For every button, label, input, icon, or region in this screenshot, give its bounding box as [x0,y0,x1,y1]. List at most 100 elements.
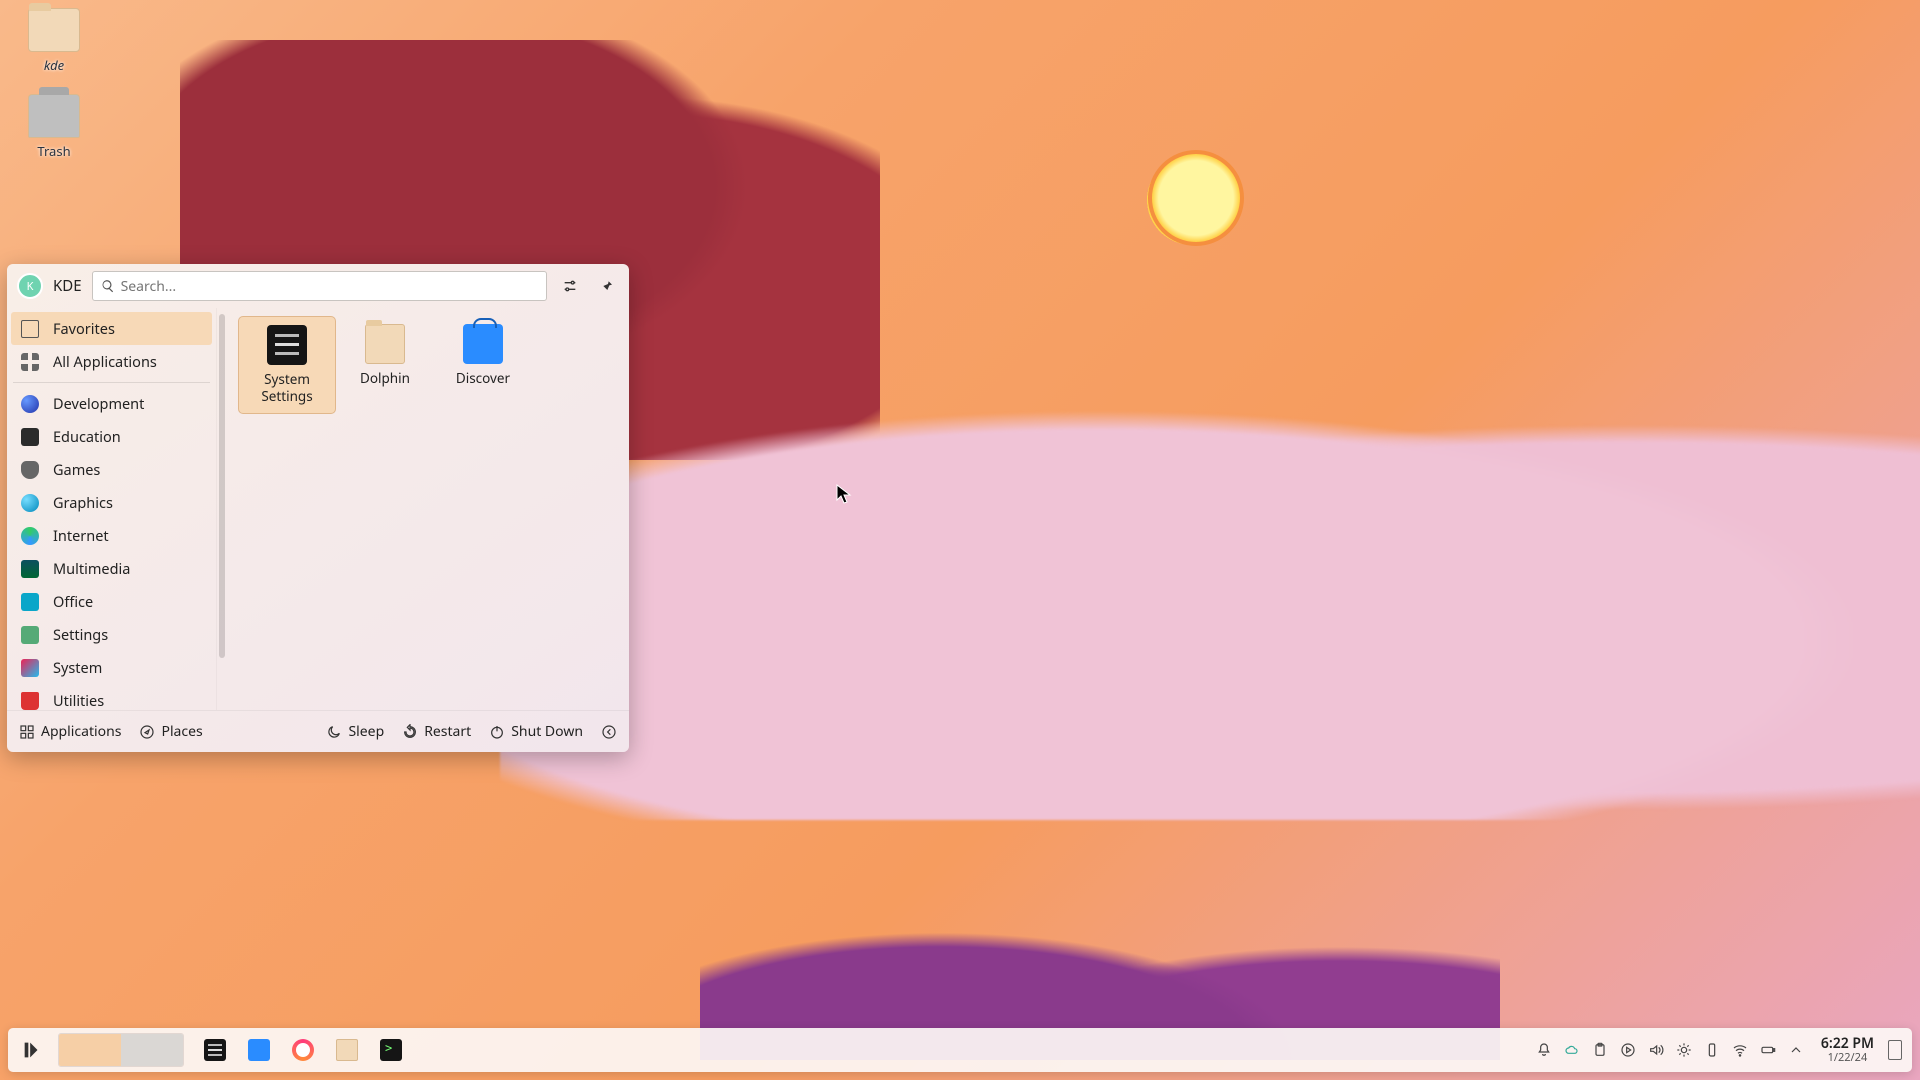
app-tile-label: Discover [438,370,528,387]
sidebar-item-internet[interactable]: Internet [11,519,212,552]
show-desktop-button[interactable] [1888,1040,1902,1060]
launcher-body: Favorites All Applications Development E… [7,308,629,710]
tray-notifications[interactable] [1533,1039,1555,1061]
user-avatar[interactable]: K [17,273,43,299]
app-tile-system-settings[interactable]: System Settings [238,316,336,414]
taskbar-task-discover[interactable] [240,1034,278,1066]
search-icon [101,279,115,293]
sidebar-item-label: Office [53,592,93,612]
taskbar-left [18,1033,410,1067]
sidebar-item-label: Favorites [53,319,115,339]
category-icon [21,428,39,446]
app-tile-dolphin[interactable]: Dolphin [336,316,434,414]
play-icon [1620,1042,1636,1058]
sidebar-scrollbar[interactable] [216,308,226,710]
sleep-button[interactable]: Sleep [326,722,384,741]
taskbar: 6:22 PM 1/22/24 [8,1028,1912,1072]
footer-button-label: Restart [424,722,471,741]
shutdown-button[interactable]: Shut Down [489,722,583,741]
launcher-footer: Applications Places Sleep Restart Shut D… [7,710,629,752]
launcher-header: K KDE [7,264,629,308]
configure-button[interactable] [557,273,583,299]
tray-expand[interactable] [1785,1039,1807,1061]
wallpaper-cloud [500,370,1920,820]
launcher-content: System Settings Dolphin Discover [232,308,629,710]
sidebar-item-favorites[interactable]: Favorites [11,312,212,345]
desktop-icon-trash[interactable]: Trash [14,94,94,160]
mouse-cursor [836,484,852,511]
sidebar-item-label: Graphics [53,493,113,513]
pager-desktop-2[interactable] [121,1034,183,1066]
sidebar-item-label: Education [53,427,121,447]
sidebar-item-system[interactable]: System [11,651,212,684]
app-tile-discover[interactable]: Discover [434,316,532,414]
sidebar-item-label: All Applications [53,352,157,372]
category-icon [21,659,39,677]
sidebar-item-education[interactable]: Education [11,420,212,453]
restart-button[interactable]: Restart [402,722,471,741]
tray-media[interactable] [1617,1039,1639,1061]
chevron-up-icon [1788,1042,1804,1058]
clock-date: 1/22/24 [1821,1052,1874,1064]
taskbar-task-browser[interactable] [284,1034,322,1066]
tray-network[interactable] [1729,1039,1751,1061]
search-field[interactable] [92,271,547,301]
pager-desktop-1[interactable] [59,1034,121,1066]
application-launcher-button[interactable] [18,1036,46,1064]
taskbar-task-dolphin[interactable] [328,1034,366,1066]
tray-kdeconnect[interactable] [1701,1039,1723,1061]
category-icon [21,593,39,611]
leave-button[interactable] [601,724,617,740]
search-input[interactable] [121,277,538,296]
tray-volume[interactable] [1645,1039,1667,1061]
taskbar-task-konsole[interactable] [372,1034,410,1066]
category-icon [21,560,39,578]
folder-icon [336,1039,358,1061]
footer-tab-places[interactable]: Places [139,722,202,741]
clipboard-icon [1592,1042,1608,1058]
discover-icon [463,324,503,364]
tray-clipboard[interactable] [1589,1039,1611,1061]
sidebar-item-label: Internet [53,526,109,546]
grid-icon [21,353,39,371]
sidebar-item-label: Games [53,460,100,480]
tray-weather[interactable] [1561,1039,1583,1061]
clock[interactable]: 6:22 PM 1/22/24 [1821,1036,1874,1063]
category-icon [21,395,39,413]
system-settings-icon [267,325,307,365]
desktop-icons-area: kde Trash [14,8,94,180]
sidebar-item-multimedia[interactable]: Multimedia [11,552,212,585]
browser-icon [292,1039,314,1061]
discover-icon [248,1039,270,1061]
wallpaper-sun [1148,150,1244,246]
sidebar-item-label: Multimedia [53,559,130,579]
desktop-icon-label: Trash [14,142,94,160]
category-icon [21,626,39,644]
tray-brightness[interactable] [1673,1039,1695,1061]
app-tile-label: System Settings [243,371,331,405]
desktop-icon-label: kde [14,56,94,74]
taskbar-task-system-settings[interactable] [196,1034,234,1066]
user-name-label: KDE [53,276,82,296]
virtual-desktop-pager[interactable] [58,1033,184,1067]
sidebar-item-office[interactable]: Office [11,585,212,618]
power-icon [489,724,505,740]
sidebar-item-games[interactable]: Games [11,453,212,486]
bell-icon [1536,1042,1552,1058]
app-tile-label: Dolphin [340,370,430,387]
favorites-grid: System Settings Dolphin Discover [238,316,623,414]
sidebar-item-graphics[interactable]: Graphics [11,486,212,519]
footer-tab-applications[interactable]: Applications [19,722,121,741]
sidebar-item-label: Utilities [53,691,104,711]
category-icon [21,494,39,512]
desktop-icon-kde-folder[interactable]: kde [14,8,94,74]
pin-icon [598,278,614,294]
sidebar-item-utilities[interactable]: Utilities [11,684,212,710]
kde-logo-icon [21,1039,43,1061]
pin-button[interactable] [593,273,619,299]
trash-icon [28,94,80,138]
sidebar-item-all-applications[interactable]: All Applications [11,345,212,378]
tray-battery[interactable] [1757,1039,1779,1061]
sidebar-item-settings[interactable]: Settings [11,618,212,651]
sidebar-item-development[interactable]: Development [11,387,212,420]
